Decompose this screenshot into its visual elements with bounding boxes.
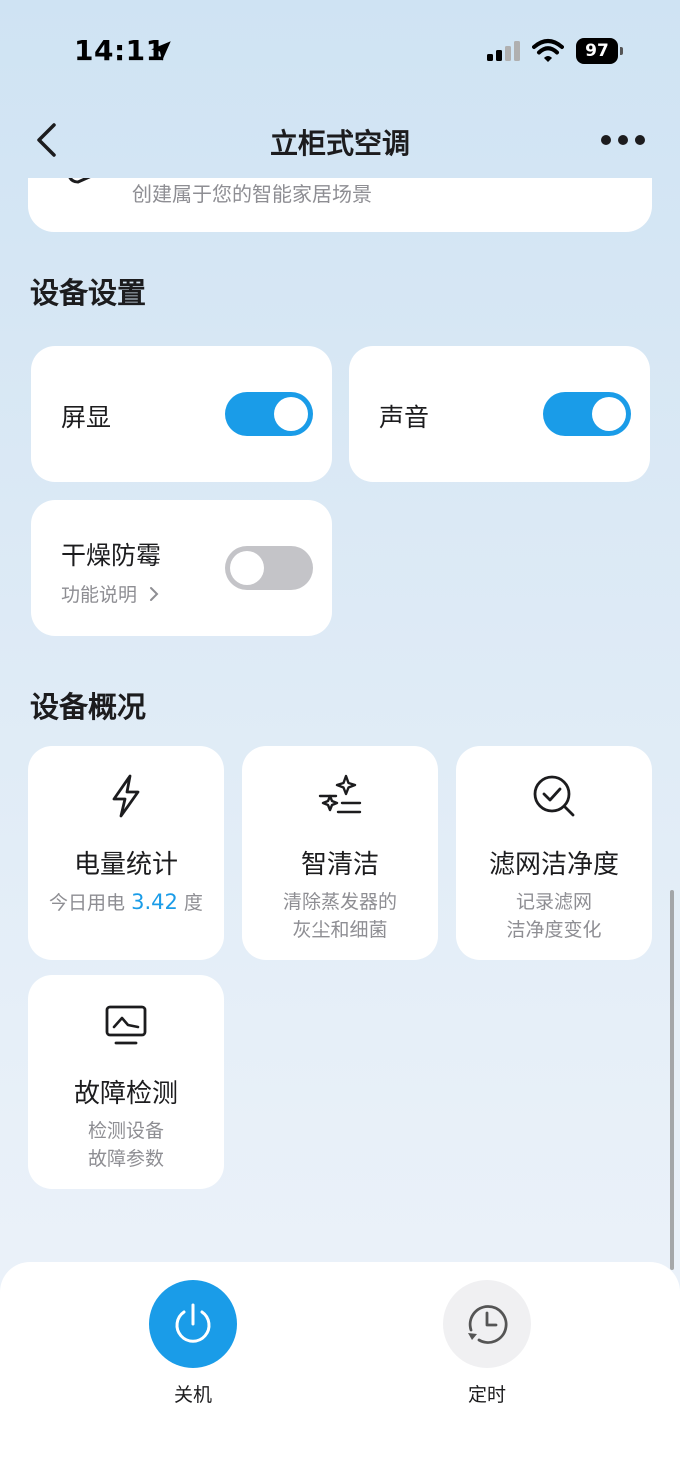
smart-clean-title: 智清洁	[300, 850, 379, 880]
page-title: 立柜式空调	[269, 127, 410, 160]
function-info-label: 功能说明	[61, 584, 138, 606]
toggle-knob	[274, 397, 308, 431]
power-stats-value: 3.42	[131, 890, 178, 914]
scene-card[interactable]: 创建属于您的智能家居场景	[28, 178, 652, 232]
dry-mildew-card: 干燥防霉 功能说明	[31, 500, 332, 636]
smart-clean-desc: 清除蒸发器的 灰尘和细菌	[242, 888, 438, 944]
magnifier-check-icon	[533, 775, 575, 817]
cellular-signal-icon	[487, 41, 520, 61]
power-stats-unit: 度	[183, 892, 203, 914]
lightning-icon	[112, 774, 140, 818]
filter-clean-tile[interactable]: 滤网洁净度 记录滤网 洁净度变化	[456, 746, 652, 960]
screen-display-card: 屏显	[31, 346, 332, 482]
scrollbar[interactable]	[670, 890, 674, 1270]
location-arrow-icon	[151, 41, 171, 61]
fault-detect-title: 故障检测	[73, 1079, 178, 1109]
dry-mildew-label: 干燥防霉	[61, 541, 162, 570]
filter-clean-desc: 记录滤网 洁净度变化	[456, 888, 652, 944]
smart-clean-desc-line1: 清除蒸发器的	[282, 891, 397, 913]
fault-detect-desc-line2: 故障参数	[87, 1148, 164, 1170]
power-stats-title: 电量统计	[73, 850, 178, 880]
fault-detect-desc: 检测设备 故障参数	[28, 1117, 224, 1173]
power-off-label: 关机	[173, 1384, 212, 1406]
fault-detect-desc-line1: 检测设备	[87, 1120, 164, 1142]
monitor-icon	[105, 1005, 147, 1045]
power-stats-prefix: 今日用电	[49, 892, 126, 914]
sound-toggle[interactable]	[543, 392, 631, 436]
sound-label: 声音	[379, 403, 430, 432]
toggle-knob	[592, 397, 626, 431]
filter-clean-desc-line1: 记录滤网	[515, 891, 592, 913]
timer-button[interactable]: 定时	[427, 1280, 547, 1407]
dry-mildew-toggle[interactable]	[225, 546, 313, 590]
filter-clean-desc-line2: 洁净度变化	[506, 919, 602, 941]
power-stats-desc: 今日用电 3.42 度	[28, 888, 224, 917]
screen-display-label: 屏显	[61, 403, 112, 432]
nav-bar: 立柜式空调	[0, 100, 680, 180]
timer-label: 定时	[467, 1384, 506, 1406]
sound-card: 声音	[349, 346, 650, 482]
wifi-icon	[532, 39, 564, 62]
sparkle-clean-icon	[318, 774, 362, 814]
overview-section-title: 设备概况	[30, 690, 147, 724]
filter-clean-title: 滤网洁净度	[488, 850, 619, 880]
fault-detect-tile[interactable]: 故障检测 检测设备 故障参数	[28, 975, 224, 1189]
status-bar: 14:11 97	[0, 0, 680, 100]
toggle-knob	[230, 551, 264, 585]
clock-icon	[468, 1305, 508, 1344]
power-off-button[interactable]: 关机	[133, 1280, 253, 1407]
function-info-link[interactable]: 功能说明	[61, 580, 159, 607]
more-options-icon[interactable]	[600, 132, 646, 148]
smart-clean-desc-line2: 灰尘和细菌	[292, 919, 388, 941]
battery-tip	[620, 47, 623, 55]
chevron-right-icon	[150, 587, 159, 601]
power-icon	[175, 1303, 211, 1343]
screen-display-toggle[interactable]	[225, 392, 313, 436]
battery-indicator: 97	[576, 38, 624, 64]
smart-clean-tile[interactable]: 智清洁 清除蒸发器的 灰尘和细菌	[242, 746, 438, 960]
scene-icon	[68, 178, 91, 184]
battery-level: 97	[576, 38, 618, 64]
settings-section-title: 设备设置	[30, 276, 147, 310]
power-circle	[149, 1280, 237, 1368]
power-stats-tile[interactable]: 电量统计 今日用电 3.42 度	[28, 746, 224, 960]
scene-subtitle: 创建属于您的智能家居场景	[132, 182, 372, 206]
bottom-action-bar: 关机 定时	[0, 1262, 680, 1474]
timer-circle	[443, 1280, 531, 1368]
